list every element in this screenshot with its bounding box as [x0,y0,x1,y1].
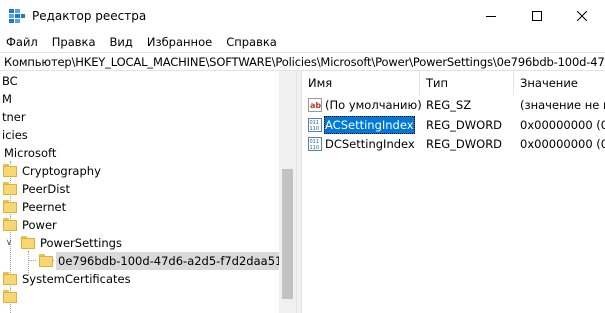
tree-item-label: icies [2,128,28,142]
address-bar[interactable]: Компьютер\HKEY_LOCAL_MACHINE\SOFTWARE\Po… [0,52,605,71]
address-path[interactable]: Компьютер\HKEY_LOCAL_MACHINE\SOFTWARE\Po… [4,55,605,69]
svg-text:110: 110 [310,126,320,132]
menu-edit[interactable]: Правка [45,32,103,52]
title-bar: Редактор реестра [0,0,605,32]
value-type: REG_DWORD [426,137,503,151]
key-tree[interactable]: BC M tner icies Microsoft Cryptography P… [0,71,296,313]
close-icon [577,11,587,21]
value-name: DCSettingIndex [325,137,415,151]
close-button[interactable] [559,0,605,32]
tree-item-label: Power [22,218,57,232]
folder-icon [3,164,17,177]
column-header-data[interactable]: Значение [514,71,605,95]
folder-open-icon [39,254,53,267]
svg-text:ab: ab [310,101,321,110]
folder-icon [3,182,17,195]
value-data: 0x00000000 (0) [520,118,605,132]
folder-icon [3,272,17,285]
menu-bar: Файл Правка Вид Избранное Справка [0,32,605,52]
tree-item-label: PeerDist [22,182,70,196]
tree-item-label: M [2,92,12,106]
tree-item-label: SystemCertificates [22,272,131,286]
folder-icon [3,218,17,231]
window-title: Редактор реестра [32,9,147,23]
folder-icon [3,290,17,303]
tree-item-label: 0e796bdb-100d-47d6-a2d5-f7d2daa51f51 [56,252,296,270]
value-row[interactable]: ab (По умолчанию) REG_SZ (значение не п [302,96,605,114]
value-name: (По умолчанию) [325,98,422,112]
value-row[interactable]: 011 110 ACSettingIndex REG_DWORD 0x00000… [302,116,605,134]
minimize-icon [486,16,496,17]
tree-item-label: PowerSettings [40,236,122,250]
minimize-button[interactable] [468,0,514,32]
value-type: REG_SZ [426,98,472,112]
tree-item-label: tner [2,110,26,124]
regedit-icon [9,9,25,23]
menu-view[interactable]: Вид [103,32,140,52]
string-value-icon: ab [308,98,322,112]
chevron-down-icon[interactable]: ∨ [4,238,14,248]
tree-item-label: Cryptography [22,164,101,178]
column-header-type[interactable]: Тип [420,71,514,95]
value-data: 0x00000000 (0) [520,137,605,151]
maximize-icon [532,11,542,21]
binary-value-icon: 011 110 [308,137,322,151]
value-name: ACSettingIndex [324,116,415,134]
menu-help[interactable]: Справка [219,32,284,52]
column-header-name[interactable]: Имя [302,71,420,95]
menu-favorites[interactable]: Избранное [140,32,219,52]
value-type: REG_DWORD [426,118,503,132]
value-row[interactable]: 011 110 DCSettingIndex REG_DWORD 0x00000… [302,135,605,153]
svg-text:110: 110 [310,145,320,151]
tree-item-label: Microsoft [4,146,57,160]
tree-item-label: BC [2,74,18,88]
scrollbar-thumb[interactable] [282,169,293,299]
value-data: (значение не п [520,98,605,112]
menu-file[interactable]: Файл [0,32,45,52]
maximize-button[interactable] [514,0,560,32]
tree-item-label: Peernet [22,200,67,214]
binary-value-icon: 011 110 [308,118,322,132]
values-list[interactable]: Имя Тип Значение ab (По умолчанию) REG_S… [302,71,605,313]
folder-icon [3,200,17,213]
tree-scrollbar[interactable] [279,71,296,313]
folder-icon [21,236,35,249]
tree-connector [28,260,36,261]
